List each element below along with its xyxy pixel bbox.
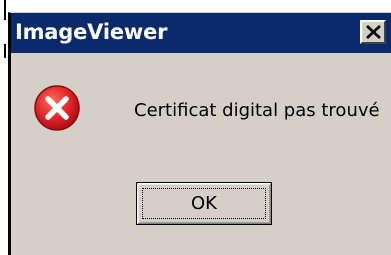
window-title: ImageViewer: [15, 20, 168, 44]
close-icon: [366, 25, 381, 39]
ok-button[interactable]: OK: [136, 182, 272, 225]
error-message: Certificat digital pas trouvé: [134, 100, 380, 121]
background-strip: [0, 0, 8, 255]
close-button[interactable]: [360, 20, 386, 44]
dashed-marker: [4, 0, 6, 20]
title-bar[interactable]: ImageViewer: [11, 13, 391, 53]
dashed-marker: [4, 44, 6, 58]
message-dialog: ImageViewer Certificat digital pas trouv…: [8, 12, 391, 255]
ok-button-label: OK: [191, 193, 217, 214]
error-icon: [32, 83, 82, 133]
